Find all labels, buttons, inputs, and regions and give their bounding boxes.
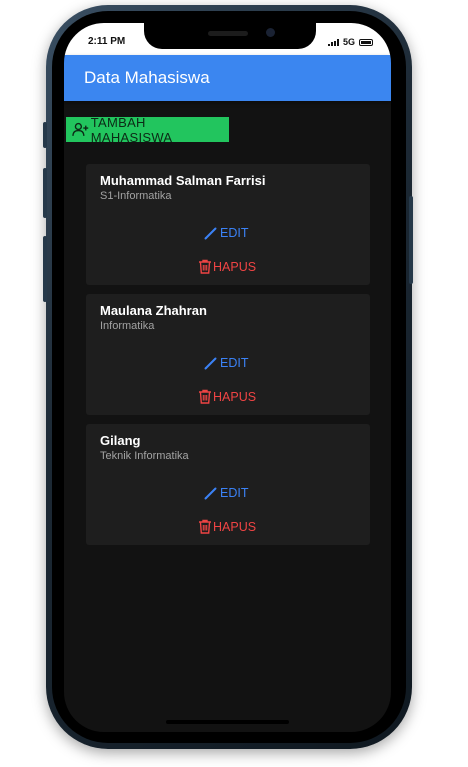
delete-button[interactable]: HAPUS — [198, 519, 256, 534]
add-student-button[interactable]: TAMBAH MAHASISWA — [66, 114, 229, 145]
device-frame: 2:11 PM 5G Data Mahasiswa TAMBAH MAHASIS… — [0, 0, 468, 767]
student-program: Teknik Informatika — [100, 450, 189, 462]
speaker-grille — [208, 31, 248, 36]
trash-icon — [199, 389, 211, 404]
network-label: 5G — [342, 37, 355, 47]
edit-label: EDIT — [220, 486, 249, 500]
student-name: Gilang — [100, 433, 141, 448]
home-indicator[interactable] — [166, 720, 289, 724]
page-title: Data Mahasiswa — [84, 68, 210, 87]
app-bar: Data Mahasiswa — [64, 55, 391, 101]
signal-icon — [327, 38, 339, 46]
edit-button[interactable]: EDIT — [204, 356, 248, 370]
trash-icon — [199, 519, 211, 534]
edit-button[interactable]: EDIT — [204, 486, 248, 500]
power-button — [409, 196, 413, 284]
edit-label: EDIT — [220, 356, 249, 370]
volume-up-button — [43, 168, 47, 218]
status-bar: 2:11 PM 5G — [64, 23, 391, 55]
student-card: Muhammad Salman Farrisi S1-Informatika E… — [86, 164, 370, 285]
app-screen: 2:11 PM 5G Data Mahasiswa TAMBAH MAHASIS… — [64, 23, 391, 732]
student-card: Gilang Teknik Informatika EDIT HAPUS — [86, 424, 370, 545]
battery-icon — [359, 38, 373, 46]
status-time: 2:11 PM — [88, 36, 126, 47]
pencil-icon — [204, 487, 217, 500]
pencil-icon — [204, 227, 217, 240]
delete-label: HAPUS — [213, 259, 257, 274]
volume-down-button — [43, 236, 47, 302]
student-card: Maulana Zhahran Informatika EDIT HAPUS — [86, 294, 370, 415]
student-name: Muhammad Salman Farrisi — [100, 173, 266, 188]
delete-label: HAPUS — [213, 519, 257, 534]
add-student-label: TAMBAH MAHASISWA — [90, 114, 173, 145]
student-name: Maulana Zhahran — [100, 303, 207, 318]
delete-button[interactable]: HAPUS — [198, 389, 256, 404]
front-camera — [266, 28, 275, 37]
notch — [144, 23, 316, 49]
student-program: S1-Informatika — [100, 190, 172, 202]
delete-label: HAPUS — [213, 389, 257, 404]
edit-button[interactable]: EDIT — [204, 226, 248, 240]
edit-label: EDIT — [220, 226, 249, 240]
trash-icon — [199, 259, 211, 274]
pencil-icon — [204, 357, 217, 370]
add-user-icon — [72, 122, 89, 136]
delete-button[interactable]: HAPUS — [198, 259, 256, 274]
mute-switch — [43, 122, 47, 148]
status-indicators: 5G — [327, 37, 373, 47]
student-program: Informatika — [100, 320, 155, 332]
